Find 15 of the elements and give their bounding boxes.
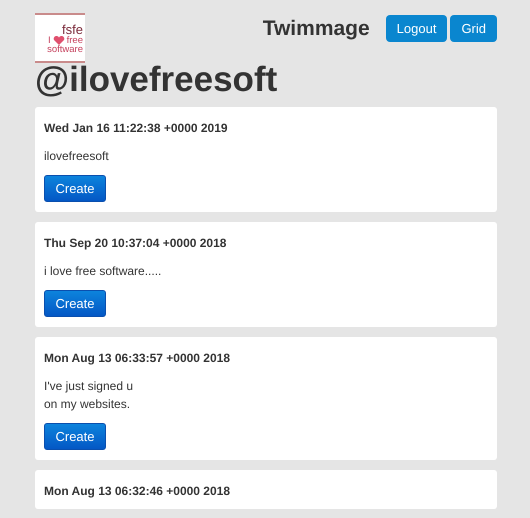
grid-button[interactable]: Grid	[450, 15, 497, 42]
create-button[interactable]: Create	[44, 175, 106, 202]
site-title: Twimmage	[262, 17, 370, 41]
post-date: Thu Sep 20 10:37:04 +0000 2018	[44, 235, 226, 251]
post-date: Wed Jan 16 11:22:38 +0000 2019	[44, 120, 228, 136]
post-text: ilovefreesoft	[44, 148, 109, 165]
heart-icon	[52, 36, 65, 44]
logout-button[interactable]: Logout	[386, 15, 448, 42]
create-button[interactable]: Create	[44, 290, 106, 317]
logo: fsfe I free software	[35, 13, 85, 63]
create-button[interactable]: Create	[44, 423, 106, 450]
post-text: I've just signed u on my websites.	[44, 378, 134, 413]
post-date: Mon Aug 13 06:32:46 +0000 2018	[44, 483, 230, 499]
post-text: i love free software.....	[44, 263, 162, 280]
post-date: Mon Aug 13 06:33:57 +0000 2018	[44, 350, 230, 366]
